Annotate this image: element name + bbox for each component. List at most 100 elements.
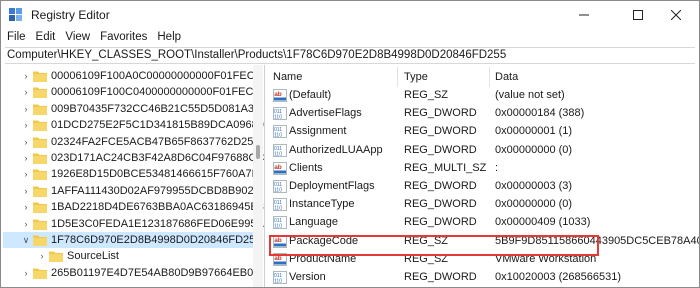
value-row[interactable]: 011 110 DeploymentFlags REG_DWORD 0x00000003… xyxy=(267,178,699,196)
value-type: REG_SZ xyxy=(404,89,449,101)
tree-item[interactable]: › 00006109F100A0C00000000000F01FEC xyxy=(3,68,255,84)
tree-item-label: 00006109F100A0C00000000000F01FEC xyxy=(51,70,255,82)
chevron-down-icon[interactable]: ∨ xyxy=(21,232,31,248)
chevron-right-icon[interactable]: › xyxy=(21,183,31,199)
value-type: REG_DWORD xyxy=(404,143,477,156)
tree-item[interactable]: › 1AFFA111430D02AF979955DCBD8B902D xyxy=(3,183,262,199)
tree-item-label: 1F78C6D970E2D8B4998D0D20846FD255 xyxy=(51,234,262,246)
column-divider[interactable] xyxy=(489,67,490,87)
title-bar[interactable]: Registry Editor xyxy=(1,1,699,29)
menu-file[interactable]: File xyxy=(1,29,31,47)
tree-item[interactable]: › SourceList xyxy=(3,248,253,264)
minimize-button[interactable] xyxy=(561,1,607,29)
productname-highlight-box xyxy=(269,235,599,256)
minimize-icon xyxy=(579,14,589,16)
value-name: AuthorizedLUAApp xyxy=(289,143,383,156)
tree-item-label: 1D5E3C0FEDA1E123187686FED06E995A xyxy=(51,217,264,230)
binary-value-icon: 011110 xyxy=(273,180,287,193)
value-row[interactable]: 011 110 Version REG_DWORD 0x10020003 (268566… xyxy=(267,269,699,287)
column-divider[interactable] xyxy=(397,67,398,87)
chevron-right-icon[interactable]: › xyxy=(21,216,31,232)
tree-item[interactable]: › 00006109F100C0400000000000F01FEC xyxy=(3,84,253,100)
registry-editor-window: Registry Editor File Edit View Favorites… xyxy=(0,0,700,288)
chevron-right-icon[interactable]: › xyxy=(21,84,31,100)
value-row[interactable]: ab (Default) REG_SZ (value not set) xyxy=(267,87,699,105)
folder-icon xyxy=(33,71,47,82)
chevron-right-icon[interactable]: › xyxy=(21,150,31,166)
chevron-right-icon[interactable]: › xyxy=(21,68,31,84)
binary-value-icon: 011110 xyxy=(273,143,287,157)
value-data: 0x00000409 (1033) xyxy=(495,216,591,229)
value-row[interactable]: 011 110 Language REG_DWORD 0x00000409 (1033) xyxy=(267,214,699,232)
binary-value-icon: 011110 xyxy=(273,216,287,229)
tree-item[interactable]: › 023D171AC24CB3F42A8D6C04F97688CC xyxy=(3,150,264,166)
svg-text:110: 110 xyxy=(274,151,282,157)
value-row[interactable]: 011 110 AdvertiseFlags REG_DWORD 0x00000184 … xyxy=(267,105,699,123)
tree-item-selected[interactable]: ∨ 1F78C6D970E2D8B4998D0D20846FD255 xyxy=(3,232,261,248)
value-name: (Default) xyxy=(289,89,332,101)
tree-item[interactable]: › 265B01197E4D7E54AB80D9B97664EB0D xyxy=(3,265,261,281)
chevron-right-icon[interactable]: › xyxy=(21,199,31,215)
maximize-icon xyxy=(633,10,643,20)
svg-text:110: 110 xyxy=(274,279,282,285)
tree-item-label: 01DCD275E2F5C1D341815B89DCA09680D xyxy=(51,119,265,132)
binary-value-icon: 011110 xyxy=(273,271,287,284)
tree-item[interactable]: › 009B70435F732CC46B21C55D5D081A36 xyxy=(3,101,260,117)
value-name: Assignment xyxy=(289,125,347,138)
folder-icon xyxy=(49,251,63,263)
value-name: DeploymentFlags xyxy=(289,180,375,192)
value-data: 0x00000000 (0) xyxy=(495,143,573,156)
svg-text:110: 110 xyxy=(274,115,282,121)
menu-favorites[interactable]: Favorites xyxy=(95,29,152,47)
chevron-right-icon[interactable]: › xyxy=(21,134,31,150)
value-type: REG_DWORD xyxy=(404,107,477,120)
value-name: Clients xyxy=(289,161,323,174)
value-row[interactable]: 011 110 InstanceType REG_DWORD 0x00000000 (0… xyxy=(267,196,699,214)
values-pane[interactable]: Name Type Data ab (Default) REG_SZ (value n… xyxy=(267,65,699,287)
menu-help[interactable]: Help xyxy=(152,29,186,47)
menu-bar: File Edit View Favorites Help xyxy=(1,29,699,47)
chevron-right-icon[interactable]: › xyxy=(21,166,31,182)
column-header-data[interactable]: Data xyxy=(495,69,518,85)
value-row[interactable]: 011 110 Assignment REG_DWORD 0x00000001 (1) xyxy=(267,123,699,141)
tree-scrollbar[interactable] xyxy=(253,65,263,287)
tree-item[interactable]: › 1926E8D15D0BCE53481466615F760A7F xyxy=(3,166,258,182)
key-tree-pane[interactable]: › 00006109F100A0C00000000000F01FEC › 000061… xyxy=(3,65,265,287)
value-row[interactable]: 011 110 AuthorizedLUAApp REG_DWORD 0x0000000… xyxy=(267,142,699,160)
binary-value-icon: 011110 xyxy=(273,107,287,120)
column-header-type[interactable]: Type xyxy=(404,69,428,85)
column-header-name[interactable]: Name xyxy=(273,69,302,85)
tree-item[interactable]: › 1BAD2218D4DE6763BBA0AC63186945E3 xyxy=(3,199,264,215)
value-data: 0x00000000 (0) xyxy=(495,198,573,211)
chevron-right-icon[interactable]: › xyxy=(37,248,47,264)
chevron-right-icon[interactable]: › xyxy=(21,117,31,133)
chevron-right-icon[interactable]: › xyxy=(21,265,31,281)
string-value-icon: ab xyxy=(273,161,287,175)
tree-item-label: 1926E8D15D0BCE53481466615F760A7F xyxy=(51,168,259,181)
folder-icon xyxy=(33,235,47,246)
tree-item[interactable]: › 02324FA2FCE5ACB47B65F8637762D255 xyxy=(3,134,260,150)
tree-item[interactable]: › 01DCD275E2F5C1D341815B89DCA09680D xyxy=(3,117,264,133)
tree-item-label: 1AFFA111430D02AF979955DCBD8B902D xyxy=(51,184,262,197)
value-type: REG_DWORD xyxy=(404,216,477,229)
menu-view[interactable]: View xyxy=(60,29,95,47)
value-type: REG_DWORD xyxy=(404,125,477,138)
tree-item-label: 023D171AC24CB3F42A8D6C04F97688CC xyxy=(51,152,265,164)
menu-edit[interactable]: Edit xyxy=(31,29,61,47)
folder-icon xyxy=(33,137,47,148)
folder-icon xyxy=(33,219,47,230)
value-row[interactable]: ab Clients REG_MULTI_SZ: xyxy=(267,160,699,178)
value-type: REG_DWORD xyxy=(404,198,477,211)
value-data: 0x00000184 (388) xyxy=(495,107,585,120)
close-button[interactable] xyxy=(653,1,699,29)
tree-item[interactable]: › 1D5E3C0FEDA1E123187686FED06E995A xyxy=(3,216,264,232)
chevron-right-icon[interactable]: › xyxy=(21,101,31,117)
folder-icon xyxy=(33,104,47,115)
folder-icon xyxy=(33,153,47,164)
svg-text:ab: ab xyxy=(274,164,282,171)
folder-icon xyxy=(33,268,47,279)
value-name: InstanceType xyxy=(289,198,355,211)
svg-text:110: 110 xyxy=(274,188,282,194)
address-bar[interactable]: Computer\HKEY_CLASSES_ROOT\Installer\Pro… xyxy=(5,47,695,64)
tree-scrollbar-thumb[interactable] xyxy=(256,145,260,159)
